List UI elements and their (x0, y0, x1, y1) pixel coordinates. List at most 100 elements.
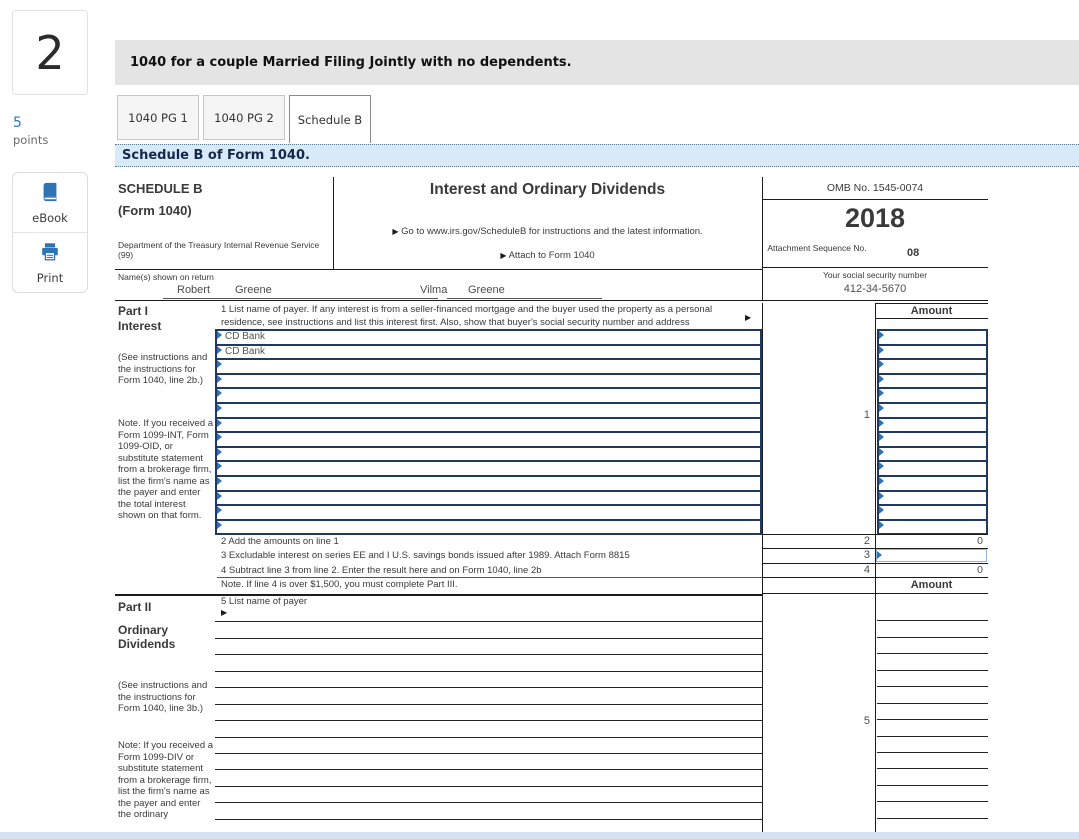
part1-amount-rows (877, 329, 988, 536)
part2-title: Ordinary Dividends (118, 623, 176, 651)
entry-arrow-icon (879, 403, 884, 412)
entry-arrow-icon (217, 345, 222, 354)
payer-name-input[interactable] (217, 491, 760, 507)
subtitle-bar: Schedule B of Form 1040. (115, 144, 1079, 167)
payer-name-input[interactable]: CD Bank (217, 345, 760, 361)
amount-input[interactable] (879, 345, 986, 361)
line3-text: 3 Excludable interest on series EE and I… (221, 550, 630, 561)
tab-1040-pg2[interactable]: 1040 PG 2 (203, 95, 285, 140)
payer-name-input[interactable] (217, 389, 760, 404)
ebook-icon (39, 181, 61, 208)
line4-value: 0 (977, 564, 983, 576)
part2-amount-lines (877, 605, 988, 836)
amount-input[interactable] (879, 331, 986, 346)
amount-input[interactable] (879, 447, 986, 463)
payer-name-input[interactable] (217, 447, 760, 463)
entry-arrow-icon (877, 551, 882, 559)
payer-name-input[interactable] (217, 374, 760, 390)
points-label: points (13, 133, 49, 147)
entry-arrow-icon (879, 476, 884, 485)
amount-input[interactable] (879, 418, 986, 434)
spouse-first-name: Vilma (420, 284, 448, 296)
payer-name-input[interactable] (217, 360, 760, 375)
entry-arrow-icon (217, 462, 222, 471)
amount-input[interactable] (879, 462, 986, 477)
pointer-icon: ▶ (392, 227, 399, 236)
part2-amount-header: Amount (910, 579, 953, 591)
dividend-amount-line (877, 720, 988, 737)
dividend-amount-line (877, 769, 988, 786)
dividend-payer-line (215, 721, 762, 738)
line4-text: 4 Subtract line 3 from line 2. Enter the… (221, 565, 542, 576)
payer-name-input[interactable] (217, 433, 760, 448)
payer-name-input[interactable]: CD Bank (217, 331, 760, 346)
print-button[interactable]: Print (13, 232, 87, 292)
entry-arrow-icon (879, 447, 884, 456)
dividend-payer-line (215, 787, 762, 804)
entry-arrow-icon (879, 360, 884, 369)
amount-input[interactable] (879, 433, 986, 448)
entry-arrow-icon (879, 491, 884, 500)
entry-arrow-icon (217, 491, 222, 500)
horizontal-scrollbar[interactable] (0, 832, 1079, 839)
amount-input[interactable] (879, 360, 986, 375)
amount-input[interactable] (879, 403, 986, 419)
goto-line: ▶ Go to www.irs.gov/ScheduleB for instru… (392, 226, 703, 237)
dividend-payer-line (215, 754, 762, 771)
entry-arrow-icon (879, 389, 884, 398)
line3-amount-input[interactable] (876, 549, 987, 562)
payer-name-input[interactable] (217, 462, 760, 477)
tab-schedule-b[interactable]: Schedule B (289, 95, 371, 143)
line2-value: 0 (977, 535, 983, 547)
dividend-payer-line (215, 672, 762, 689)
part2-payer-lines (215, 606, 762, 837)
header-divider-2 (762, 177, 763, 300)
dividend-amount-line (877, 802, 988, 819)
dividend-amount-line (877, 753, 988, 770)
entry-arrow-icon (217, 389, 222, 398)
payer-name-input[interactable] (217, 403, 760, 419)
tool-panel: eBook Print (12, 172, 88, 293)
dividend-amount-line (877, 671, 988, 688)
part1-amount-header: Amount (910, 305, 953, 317)
schedule-label: SCHEDULE B (118, 181, 203, 196)
entry-arrow-icon (217, 360, 222, 369)
payer-name-input[interactable] (217, 418, 760, 434)
dividend-amount-line (877, 654, 988, 671)
entry-arrow-icon (217, 476, 222, 485)
question-number-box: 2 (12, 10, 88, 95)
entry-arrow-icon (879, 520, 884, 529)
form-title: Interest and Ordinary Dividends (429, 181, 666, 198)
part1-note: Note. If you received a Form 1099-INT, F… (118, 418, 214, 521)
taxpayer-last-name: Greene (235, 284, 272, 296)
omb-label: OMB No. 1545-0074 (826, 182, 924, 194)
form-number-label: (Form 1040) (118, 203, 192, 218)
payer-name-input[interactable] (217, 506, 760, 521)
amount-input[interactable] (879, 506, 986, 521)
entry-arrow-icon (879, 506, 884, 515)
tab-1040-pg1[interactable]: 1040 PG 1 (117, 95, 199, 140)
amount-input[interactable] (879, 374, 986, 390)
dividend-payer-line (215, 622, 762, 639)
dividend-payer-line (215, 639, 762, 656)
attach-line: ▶ Attach to Form 1040 (500, 250, 595, 261)
payer-name-input[interactable] (217, 520, 760, 534)
line3-number: 3 (863, 549, 870, 561)
dividend-payer-line (215, 738, 762, 754)
part2-label: Part II (118, 600, 152, 614)
part1-see-instructions: (See instructions and the instructions f… (118, 352, 208, 386)
dividend-amount-line (877, 621, 988, 638)
dividend-payer-line (215, 803, 762, 820)
question-banner-text: 1040 for a couple Married Filing Jointly… (130, 55, 572, 70)
dividend-payer-line (215, 770, 762, 787)
payer-name-input[interactable] (217, 476, 760, 492)
amount-input[interactable] (879, 520, 986, 534)
amount-input[interactable] (879, 476, 986, 492)
ebook-button[interactable]: eBook (13, 173, 87, 232)
amount-input[interactable] (879, 491, 986, 507)
entry-arrow-icon (217, 506, 222, 515)
amount-input[interactable] (879, 389, 986, 404)
dividend-payer-line (215, 688, 762, 705)
tax-year: 2018 (844, 203, 906, 233)
dividend-payer-line (215, 655, 762, 672)
